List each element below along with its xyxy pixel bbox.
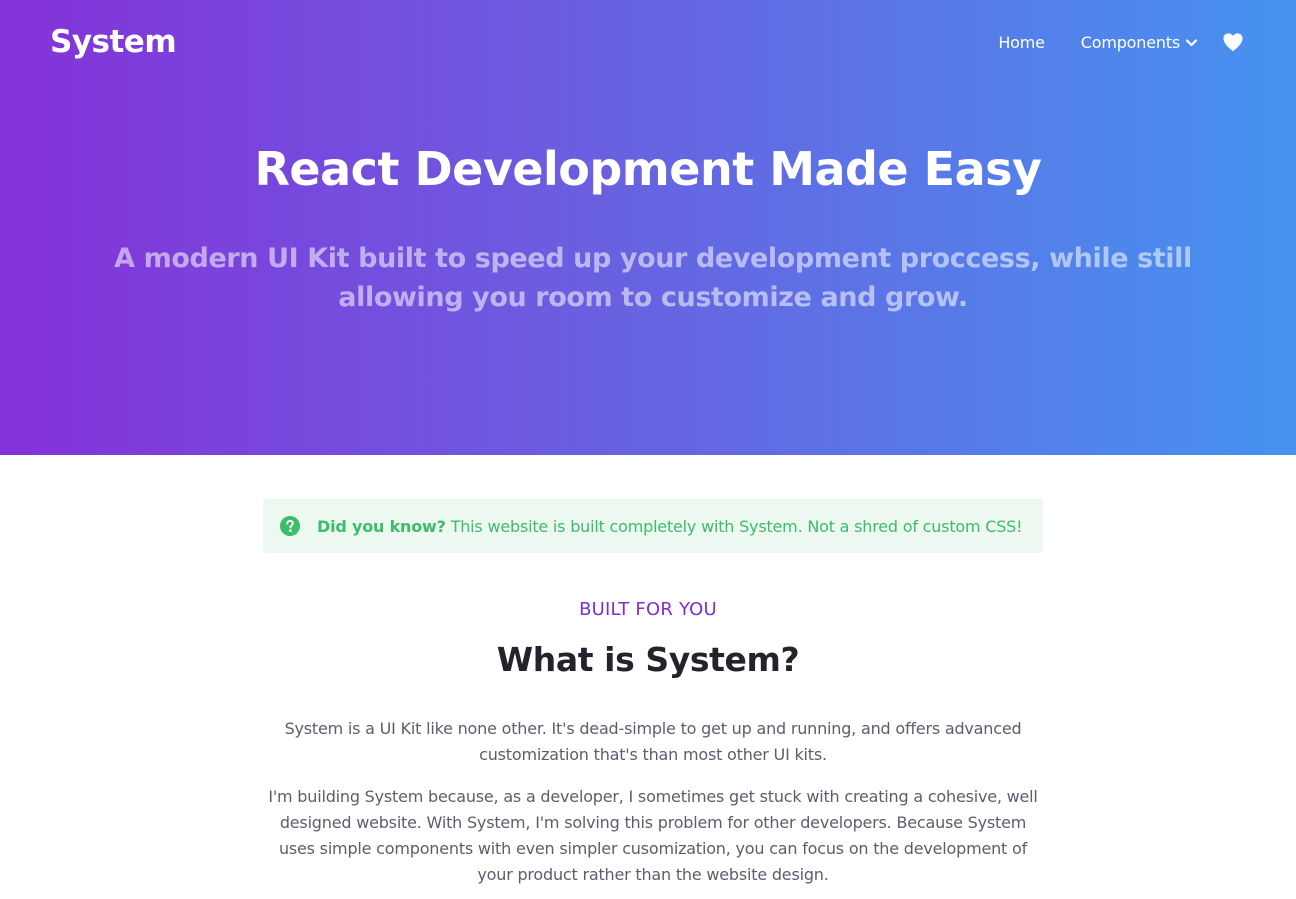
heart-icon[interactable] bbox=[1222, 32, 1244, 52]
section-title: What is System? bbox=[496, 640, 800, 679]
nav-components-label: Components bbox=[1080, 32, 1180, 52]
hero-subtitle: A modern UI Kit built to speed up your d… bbox=[114, 243, 1192, 313]
intro-paragraph: System is a UI Kit like none other. It's… bbox=[284, 719, 1022, 764]
chevron-down-icon bbox=[1185, 38, 1198, 46]
notice-text: This website is built completely with Sy… bbox=[450, 516, 1023, 536]
nav-home-label: Home bbox=[998, 32, 1045, 52]
main-nav: Home Components bbox=[998, 32, 1244, 52]
did-you-know-notice: Did you know? This website is built comp… bbox=[263, 499, 1043, 553]
nav-home-link[interactable]: Home bbox=[998, 32, 1045, 52]
nav-components-dropdown[interactable]: Components bbox=[1081, 33, 1198, 52]
hero-section: System Home Components React Development… bbox=[0, 0, 1296, 455]
question-circle-icon bbox=[280, 516, 300, 536]
hero-title: React Development Made Easy bbox=[254, 142, 1042, 196]
reason-paragraph: I'm building System because, as a develo… bbox=[268, 787, 1038, 884]
notice-heading: Did you know? bbox=[317, 516, 446, 536]
brand-logo[interactable]: System bbox=[50, 24, 177, 60]
section-eyebrow: BUILT FOR YOU bbox=[579, 599, 717, 620]
